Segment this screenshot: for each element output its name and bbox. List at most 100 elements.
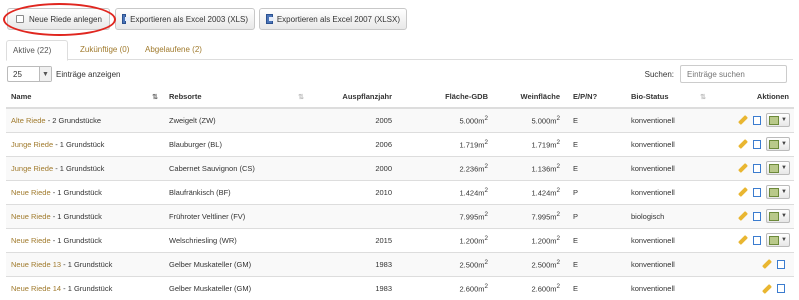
grundstueck-count: - 1 Grundstück (50, 187, 102, 197)
page-length-select[interactable]: 25 ▼ (7, 66, 52, 82)
cell-epn: E (568, 275, 626, 300)
actions-dropdown[interactable]: ▼ (766, 137, 790, 151)
cell-actions (712, 251, 794, 276)
table-row: Junge Riede - 1 Grundstück Cabernet Sauvi… (6, 155, 794, 180)
cell-flaeche: 2.236m2 (400, 155, 496, 180)
col-label: Aktionen (756, 92, 789, 101)
pencil-icon[interactable] (738, 187, 748, 197)
excel-icon (122, 14, 131, 24)
col-weinflaeche[interactable]: Weinfläche (496, 86, 568, 109)
riede-link[interactable]: Junge Riede (11, 164, 53, 173)
cell-weinflaeche: 1.200m2 (496, 227, 568, 252)
cell-actions: ▼ (712, 227, 794, 252)
cell-jahr: 1983 (310, 251, 400, 276)
export-xlsx-button[interactable]: Exportieren als Excel 2007 (XLSX) (259, 8, 407, 30)
actions-dropdown[interactable]: ▼ (766, 161, 790, 175)
cell-bio: konventionell (626, 107, 712, 132)
page-length-value: 25 (13, 69, 22, 79)
pencil-icon[interactable] (762, 283, 772, 294)
unit-sup: 2 (484, 138, 488, 146)
excel-icon (266, 14, 274, 24)
cell-actions: ▼ (712, 155, 794, 180)
pencil-icon[interactable] (738, 163, 748, 173)
cell-weinflaeche: 1.719m2 (496, 131, 568, 156)
vineyard-table: Name ⇅ Rebsorte ⇅ Auspflanzjahr Fläche-GDB… (6, 86, 794, 300)
tab-zukuenftige[interactable]: Zukünftige (0) (74, 40, 135, 60)
cell-flaeche: 2.600m2 (400, 275, 496, 300)
cell-bio: konventionell (626, 251, 712, 276)
actions-dropdown[interactable]: ▼ (766, 185, 790, 199)
area-value: 2.500m (459, 260, 485, 270)
unit-sup: 2 (556, 234, 560, 242)
unit-sup: 2 (556, 186, 560, 194)
riede-link[interactable]: Neue Riede (11, 212, 51, 221)
riede-link[interactable]: Neue Riede 14 (11, 284, 61, 293)
actions-dropdown[interactable]: ▼ (766, 209, 790, 223)
cell-epn: E (568, 131, 626, 156)
document-icon[interactable] (753, 235, 762, 245)
pencil-icon[interactable] (762, 259, 772, 270)
cell-rebsorte: Welschriesling (WR) (164, 227, 310, 252)
pencil-icon[interactable] (738, 139, 748, 149)
riede-link[interactable]: Neue Riede (11, 236, 51, 245)
document-icon[interactable] (753, 187, 762, 197)
col-jahr[interactable]: Auspflanzjahr (310, 86, 400, 109)
col-label: Weinfläche (520, 92, 560, 101)
sort-asc-icon: ⇅ (152, 94, 158, 101)
cell-weinflaeche: 2.500m2 (496, 251, 568, 276)
cell-rebsorte: Blaufränkisch (BF) (164, 179, 310, 204)
riede-link[interactable]: Neue Riede (11, 188, 51, 197)
col-label: E/P/N? (573, 92, 598, 101)
cell-jahr: 2006 (310, 131, 400, 156)
area-value: 7.995m (531, 212, 557, 222)
tab-label: Aktive (22) (13, 46, 52, 55)
document-icon[interactable] (753, 163, 762, 173)
col-aktionen: Aktionen (712, 86, 794, 109)
area-value: 1.136m (531, 164, 557, 174)
document-icon[interactable] (777, 284, 785, 293)
document-icon[interactable] (753, 115, 762, 125)
riede-link[interactable]: Alte Riede (11, 116, 46, 125)
actions-dropdown[interactable]: ▼ (766, 233, 790, 247)
unit-sup: 2 (484, 162, 488, 170)
document-icon[interactable] (753, 211, 762, 221)
cell-actions: ▼ (712, 179, 794, 204)
search-input[interactable] (680, 65, 787, 83)
riede-link[interactable]: Junge Riede (11, 140, 53, 149)
actions-dropdown[interactable]: ▼ (766, 113, 790, 128)
table-body: Alte Riede - 2 Grundstücke Zweigelt (ZW) 2… (6, 107, 794, 300)
col-epn[interactable]: E/P/N? (568, 86, 626, 109)
unit-sup: 2 (556, 210, 560, 218)
col-bio[interactable]: Bio-Status ⇅ (626, 86, 712, 109)
chevron-down-icon: ▼ (781, 165, 787, 171)
cell-name: Neue Riede 14 - 1 Grundstück (6, 275, 164, 300)
pencil-icon[interactable] (738, 115, 748, 126)
col-name[interactable]: Name ⇅ (6, 86, 164, 109)
tab-aktive[interactable]: Aktive (22) (6, 40, 68, 61)
tab-abgelaufene[interactable]: Abgelaufene (2) (139, 40, 208, 60)
table-row: Neue Riede - 1 Grundstück Blaufränkisch (… (6, 179, 794, 204)
picture-icon (769, 163, 780, 173)
pencil-icon[interactable] (738, 235, 748, 245)
col-rebsorte[interactable]: Rebsorte ⇅ (164, 86, 310, 109)
cell-actions: ▼ (712, 203, 794, 228)
col-label: Fläche-GDB (445, 92, 488, 101)
page-length-label: Einträge anzeigen (56, 69, 121, 79)
search-label: Suchen: (644, 69, 674, 79)
col-flaeche[interactable]: Fläche-GDB (400, 86, 496, 109)
table-row: Alte Riede - 2 Grundstücke Zweigelt (ZW) 2… (6, 107, 794, 132)
unit-sup: 2 (556, 115, 560, 122)
col-label: Rebsorte (169, 92, 202, 101)
area-value: 2.600m (531, 284, 557, 294)
pencil-icon[interactable] (738, 211, 748, 221)
document-icon[interactable] (753, 139, 762, 149)
picture-icon (769, 139, 780, 149)
cell-epn: E (568, 155, 626, 180)
riede-link[interactable]: Neue Riede 13 (11, 260, 61, 269)
cell-rebsorte: Zweigelt (ZW) (164, 107, 310, 132)
cell-weinflaeche: 1.136m2 (496, 155, 568, 180)
export-xls-button[interactable]: Exportieren als Excel 2003 (XLS) (115, 8, 255, 30)
export-xls-label: Exportieren als Excel 2003 (XLS) (130, 14, 248, 24)
document-icon[interactable] (777, 259, 785, 269)
area-value: 5.000m (459, 116, 485, 126)
